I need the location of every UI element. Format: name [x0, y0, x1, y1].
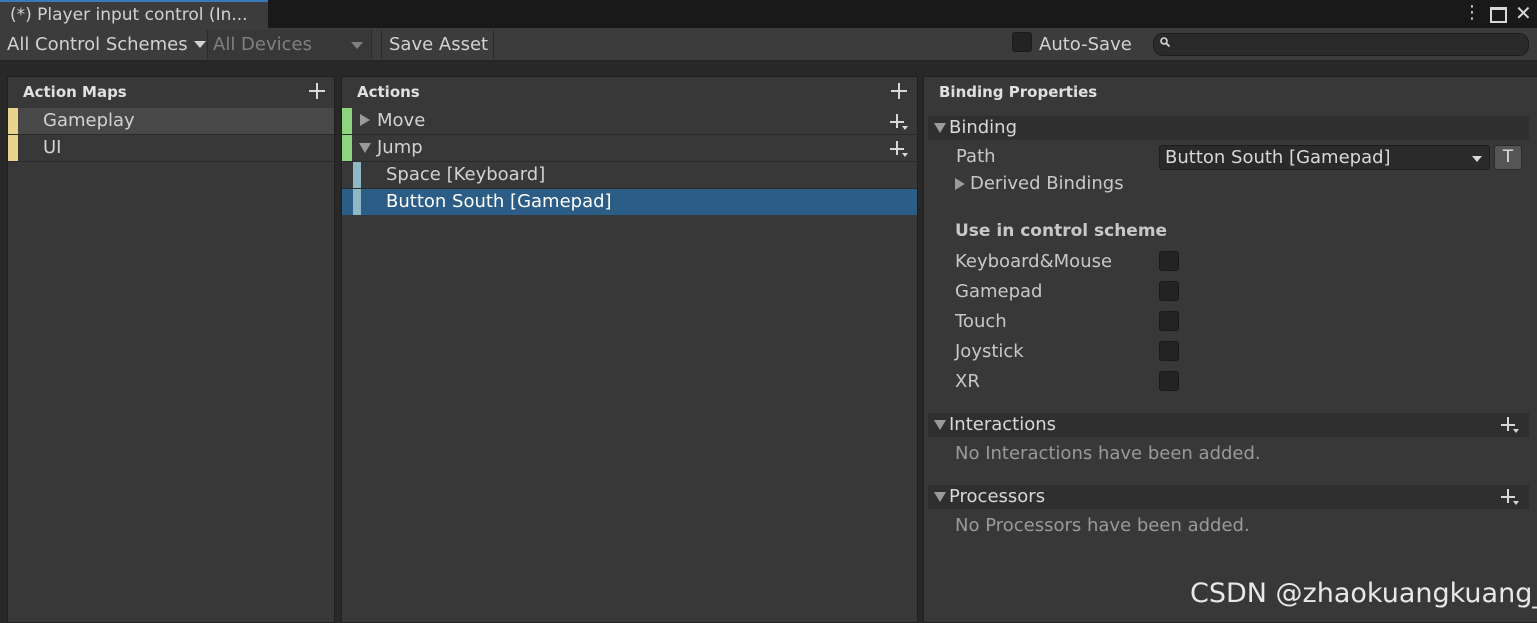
window-controls: ⋮ ✕ — [1463, 2, 1532, 24]
binding-item-button-south-gamepad[interactable]: Button South [Gamepad] — [342, 189, 917, 215]
binding-color-bar — [353, 189, 361, 215]
add-processor-icon[interactable] — [1501, 489, 1519, 507]
collapse-arrow-icon — [934, 420, 946, 430]
expand-arrow-icon[interactable] — [360, 114, 370, 126]
search-icon — [1160, 37, 1170, 47]
action-item-move[interactable]: Move — [342, 108, 917, 134]
action-map-color-bar — [8, 108, 18, 134]
auto-save-checkbox[interactable] — [1012, 31, 1032, 52]
path-dropdown[interactable]: Button South [Gamepad] — [1159, 145, 1490, 170]
add-interaction-icon[interactable] — [1501, 417, 1519, 435]
scheme-label-keyboard-mouse: Keyboard&Mouse — [955, 251, 1113, 272]
action-map-item-gameplay[interactable]: Gameplay — [8, 108, 334, 134]
action-maps-panel: Action Maps Gameplay UI — [7, 76, 335, 623]
maximize-icon[interactable] — [1489, 3, 1507, 23]
processors-empty-text: No Processors have been added. — [955, 515, 1250, 536]
scheme-checkbox-gamepad[interactable] — [1159, 281, 1179, 301]
add-binding-dropdown-icon[interactable] — [890, 141, 908, 159]
action-color-bar — [342, 108, 352, 134]
binding-label: Space [Keyboard] — [386, 164, 546, 185]
add-action-map-icon[interactable] — [309, 83, 327, 101]
collapse-arrow-icon — [934, 492, 946, 502]
scheme-checkbox-touch[interactable] — [1159, 311, 1179, 331]
toolbar: All Control Schemes All Devices Save Ass… — [0, 28, 1537, 61]
path-value: Button South [Gamepad] — [1165, 147, 1391, 168]
action-map-label: UI — [43, 137, 62, 158]
action-map-item-ui[interactable]: UI — [8, 135, 334, 161]
row-divider — [8, 161, 334, 162]
interactions-empty-text: No Interactions have been added. — [955, 443, 1261, 464]
chevron-down-icon — [351, 42, 363, 49]
save-asset-button[interactable]: Save Asset — [381, 30, 494, 59]
processors-section-label: Processors — [949, 486, 1046, 507]
scheme-label-joystick: Joystick — [955, 341, 1024, 362]
auto-save-label: Auto-Save — [1039, 34, 1132, 55]
search-input[interactable] — [1176, 35, 1522, 54]
binding-properties-panel: Binding Properties Binding Path Button S… — [923, 76, 1537, 623]
collapse-arrow-icon[interactable] — [359, 143, 371, 153]
action-maps-header: Action Maps — [23, 83, 127, 101]
scheme-label-xr: XR — [955, 371, 980, 392]
binding-label: Button South [Gamepad] — [386, 191, 612, 212]
chevron-down-icon — [193, 41, 206, 48]
add-action-icon[interactable] — [891, 83, 909, 101]
scheme-checkbox-xr[interactable] — [1159, 371, 1179, 391]
expand-arrow-icon[interactable] — [955, 178, 965, 190]
path-label: Path — [956, 146, 996, 167]
binding-item-space-keyboard[interactable]: Space [Keyboard] — [342, 162, 917, 188]
devices-dropdown[interactable]: All Devices — [207, 30, 372, 59]
binding-section-header[interactable]: Binding — [928, 116, 1529, 140]
binding-section-label: Binding — [949, 117, 1018, 138]
auto-save-toggle[interactable]: Auto-Save — [1012, 30, 1132, 59]
watermark-text: CSDN @zhaokuangkuang_ — [1190, 578, 1537, 609]
processors-section-header[interactable]: Processors — [928, 485, 1529, 509]
binding-color-bar — [353, 162, 361, 188]
action-label: Move — [377, 110, 426, 131]
action-map-color-bar — [8, 135, 18, 161]
scheme-checkbox-joystick[interactable] — [1159, 341, 1179, 361]
control-scheme-dropdown[interactable]: All Control Schemes — [3, 30, 207, 59]
save-asset-label: Save Asset — [389, 34, 489, 55]
control-scheme-label: All Control Schemes — [7, 34, 188, 55]
interactions-section-header[interactable]: Interactions — [928, 413, 1529, 437]
add-binding-dropdown-icon[interactable] — [890, 114, 908, 132]
action-item-jump[interactable]: Jump — [342, 135, 917, 161]
actions-panel: Actions Move Jump Space [Keyboard] Butto… — [341, 76, 918, 623]
scheme-label-touch: Touch — [955, 311, 1007, 332]
devices-label: All Devices — [213, 34, 312, 55]
derived-bindings-foldout[interactable]: Derived Bindings — [970, 173, 1124, 194]
close-icon[interactable]: ✕ — [1515, 3, 1532, 23]
scheme-label-gamepad: Gamepad — [955, 281, 1043, 302]
window-tab-bar: (*) Player input control (In... ⋮ ✕ — [0, 0, 1537, 28]
action-label: Jump — [377, 137, 423, 158]
search-field[interactable] — [1153, 33, 1529, 56]
interactions-section-label: Interactions — [949, 414, 1057, 435]
chevron-down-icon — [1472, 156, 1482, 162]
actions-header: Actions — [357, 83, 420, 101]
action-map-label: Gameplay — [43, 110, 135, 131]
binding-properties-header: Binding Properties — [939, 83, 1098, 101]
editor-window-tab[interactable]: (*) Player input control (In... — [0, 0, 268, 28]
kebab-menu-icon[interactable]: ⋮ — [1463, 3, 1481, 23]
scheme-checkbox-keyboard-mouse[interactable] — [1159, 251, 1179, 271]
control-scheme-heading: Use in control scheme — [955, 221, 1168, 241]
action-color-bar — [342, 135, 352, 161]
text-mode-button[interactable]: T — [1494, 145, 1522, 170]
collapse-arrow-icon — [934, 123, 946, 133]
